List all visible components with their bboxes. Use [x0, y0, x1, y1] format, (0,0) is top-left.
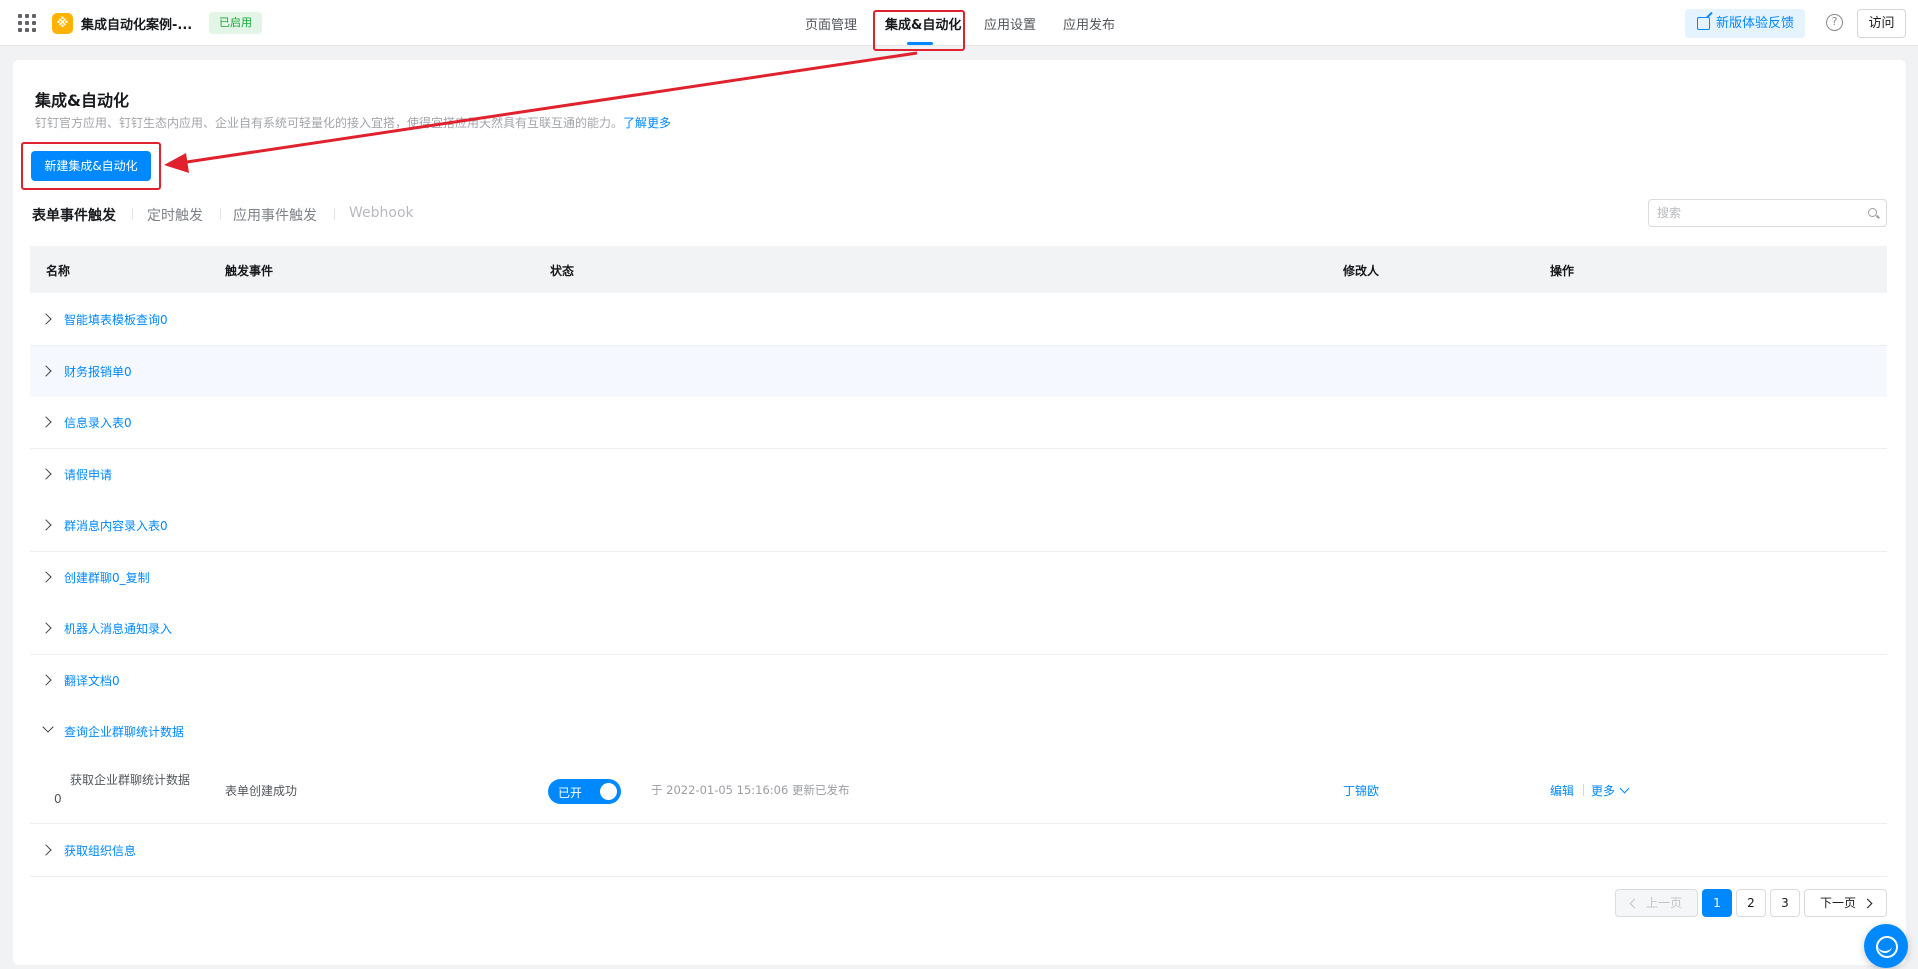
table-row: 获取企业群聊统计数据 0 表单创建成功 已开 于 2022-01-05 15:1… — [30, 757, 1887, 824]
group-row[interactable]: 创建群聊0_复制 — [30, 552, 1887, 604]
chevron-right-icon[interactable] — [40, 674, 52, 686]
modifier-link[interactable]: 丁锦欧 — [1343, 782, 1379, 799]
table-header: 名称 触发事件 状态 修改人 操作 — [30, 246, 1887, 293]
annotation-box-create-button — [21, 142, 161, 190]
feedback-label: 新版体验反馈 — [1716, 16, 1795, 31]
chevron-right-icon[interactable] — [40, 468, 52, 480]
tab-page-management[interactable]: 页面管理 — [805, 14, 857, 33]
toggle-label: 已开 — [558, 786, 583, 800]
help-icon[interactable]: ? — [1826, 14, 1843, 31]
prev-page-button[interactable]: 上一页 — [1615, 889, 1698, 917]
app-grid-icon[interactable] — [18, 14, 36, 32]
tab-app-settings[interactable]: 应用设置 — [984, 14, 1036, 33]
column-header-trigger: 触发事件 — [225, 264, 274, 278]
status-badge: 已启用 — [209, 12, 262, 34]
visit-button[interactable]: 访问 — [1857, 9, 1906, 38]
tab-scheduled-trigger[interactable]: 定时触发 — [147, 205, 203, 225]
group-row[interactable]: 财务报销单0 — [30, 346, 1887, 398]
app-logo: ※ — [52, 13, 73, 34]
chevron-down-icon — [1619, 783, 1630, 794]
group-row[interactable]: 信息录入表0 — [30, 397, 1887, 449]
group-name[interactable]: 智能填表模板查询0 — [64, 311, 168, 328]
group-name[interactable]: 翻译文档0 — [64, 672, 120, 689]
chevron-right-icon[interactable] — [40, 519, 52, 531]
status-toggle[interactable]: 已开 — [548, 779, 621, 804]
column-header-modifier: 修改人 — [1343, 264, 1380, 278]
group-name[interactable]: 查询企业群聊统计数据 — [64, 723, 184, 740]
tab-app-publish[interactable]: 应用发布 — [1063, 14, 1115, 33]
operation-separator — [1583, 784, 1584, 796]
group-row[interactable]: 获取组织信息 — [30, 825, 1887, 877]
chevron-right-icon[interactable] — [40, 622, 52, 634]
customer-support-icon[interactable] — [1864, 924, 1908, 968]
chevron-right-icon[interactable] — [40, 416, 52, 428]
tab-form-event-trigger[interactable]: 表单事件触发 — [32, 205, 116, 225]
automation-name: 获取企业群聊统计数据 0 — [54, 771, 210, 809]
trigger-event: 表单创建成功 — [225, 784, 298, 798]
group-name[interactable]: 创建群聊0_复制 — [64, 569, 150, 586]
edit-icon — [1697, 17, 1710, 30]
tab-app-event-trigger[interactable]: 应用事件触发 — [233, 205, 317, 225]
automation-name-line2: 0 — [54, 792, 62, 806]
column-header-name: 名称 — [46, 264, 71, 278]
next-page-label: 下一页 — [1819, 896, 1856, 910]
page-button-1[interactable]: 1 — [1702, 889, 1732, 917]
group-name[interactable]: 获取组织信息 — [64, 842, 136, 859]
chevron-right-icon — [1862, 898, 1873, 909]
more-dropdown[interactable]: 更多 — [1591, 782, 1630, 799]
group-row[interactable]: 翻译文档0 — [30, 655, 1887, 707]
group-name[interactable]: 信息录入表0 — [64, 414, 132, 431]
prev-page-label: 上一页 — [1645, 896, 1682, 910]
tab-separator — [132, 208, 133, 220]
learn-more-link[interactable]: 了解更多 — [623, 116, 671, 130]
tab-webhook[interactable]: Webhook — [349, 205, 414, 221]
toggle-knob — [600, 783, 617, 800]
edit-button[interactable]: 编辑 — [1550, 782, 1574, 799]
group-name[interactable]: 群消息内容录入表0 — [64, 517, 168, 534]
search-input[interactable] — [1649, 200, 1849, 226]
chevron-down-icon[interactable] — [42, 721, 54, 733]
group-name[interactable]: 机器人消息通知录入 — [64, 620, 172, 637]
group-row-expanded[interactable]: 查询企业群聊统计数据 — [30, 706, 1887, 758]
chevron-left-icon — [1629, 898, 1640, 909]
chevron-right-icon[interactable] — [40, 365, 52, 377]
group-name[interactable]: 财务报销单0 — [64, 363, 132, 380]
tab-separator — [220, 208, 221, 220]
column-header-status: 状态 — [550, 264, 575, 278]
description-text: 钉钉官方应用、钉钉生态内应用、企业自有系统可轻量化的接入宜搭，使得宜搭应用天然具… — [35, 116, 624, 130]
automation-name-line1: 获取企业群聊统计数据 — [70, 773, 191, 787]
group-row[interactable]: 智能填表模板查询0 — [30, 294, 1887, 346]
column-header-operation: 操作 — [1550, 264, 1575, 278]
update-info: 于 2022-01-05 15:16:06 更新已发布 — [651, 783, 850, 797]
chevron-right-icon[interactable] — [40, 313, 52, 325]
group-row[interactable]: 请假申请 — [30, 449, 1887, 501]
search-icon[interactable] — [1868, 208, 1877, 217]
tab-separator — [334, 208, 335, 220]
chevron-right-icon[interactable] — [40, 844, 52, 856]
page-button-3[interactable]: 3 — [1770, 889, 1800, 917]
annotation-box-nav-tab — [873, 10, 965, 51]
page-title: 集成&自动化 — [35, 91, 129, 110]
chevron-right-icon[interactable] — [40, 571, 52, 583]
group-name[interactable]: 请假申请 — [64, 466, 112, 483]
page-description: 钉钉官方应用、钉钉生态内应用、企业自有系统可轻量化的接入宜搭，使得宜搭应用天然具… — [35, 114, 671, 131]
group-row[interactable]: 机器人消息通知录入 — [30, 603, 1887, 655]
search-box — [1648, 199, 1887, 227]
feedback-button[interactable]: 新版体验反馈 — [1685, 9, 1805, 38]
next-page-button[interactable]: 下一页 — [1804, 889, 1887, 917]
page-button-2[interactable]: 2 — [1736, 889, 1766, 917]
app-name[interactable]: 集成自动化案例-... — [81, 14, 192, 33]
more-label: 更多 — [1591, 784, 1616, 798]
group-row[interactable]: 群消息内容录入表0 — [30, 500, 1887, 552]
